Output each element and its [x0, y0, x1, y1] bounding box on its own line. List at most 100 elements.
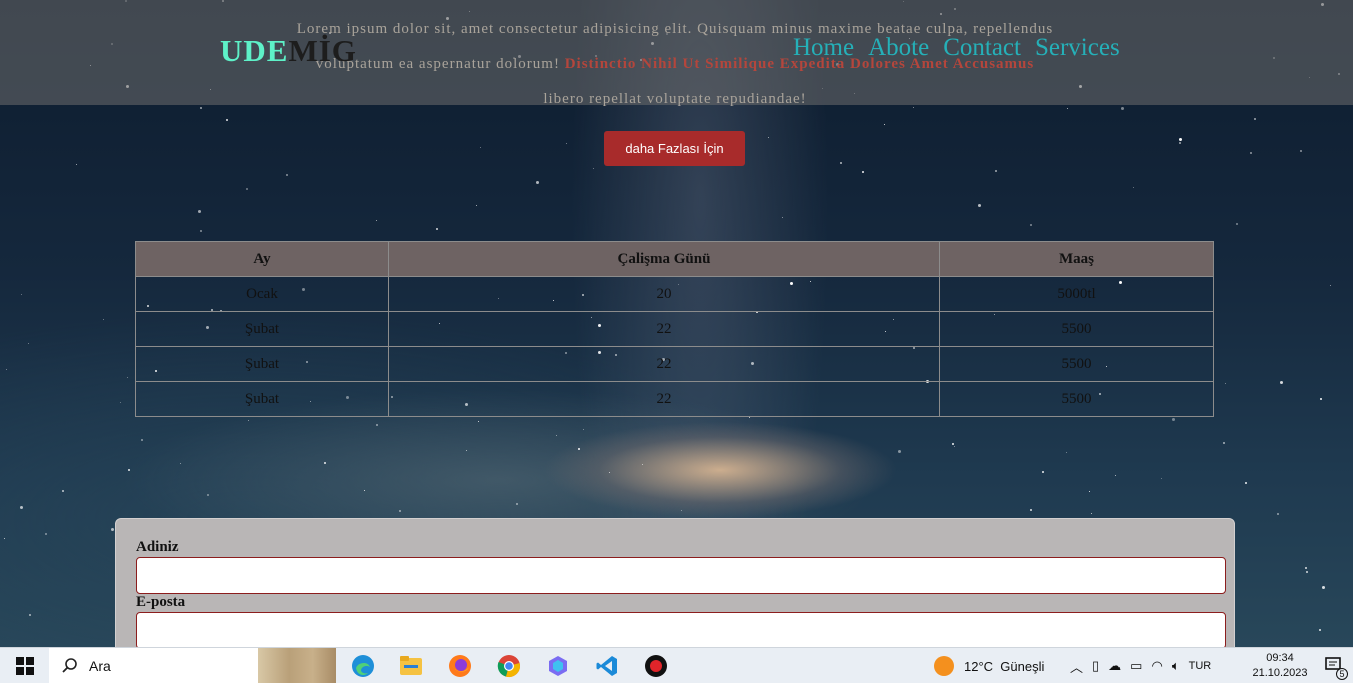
weather-text: 12°C Güneşli	[964, 658, 1045, 674]
star	[200, 107, 202, 109]
chrome-icon[interactable]	[494, 648, 524, 683]
cloud-icon[interactable]: ☁	[1108, 658, 1121, 674]
search-placeholder: Ara	[89, 658, 111, 674]
logo-part-2: MİG	[288, 33, 357, 68]
star	[978, 204, 981, 207]
star	[1245, 482, 1247, 484]
search-icon	[62, 658, 77, 673]
star	[399, 510, 401, 512]
nav-contact[interactable]: Contact	[943, 34, 1021, 62]
star	[954, 446, 955, 447]
nav-services[interactable]: Services	[1035, 34, 1120, 62]
search-highlight-image	[258, 648, 336, 683]
star	[376, 220, 377, 221]
star	[556, 435, 557, 436]
star	[128, 469, 130, 471]
notification-center-icon[interactable]: 5	[1320, 648, 1348, 683]
star	[478, 421, 479, 422]
weather-widget[interactable]: 12°C Güneşli	[934, 648, 1044, 683]
file-explorer-icon[interactable]	[396, 648, 426, 683]
copilot-icon[interactable]	[543, 648, 573, 683]
star	[1236, 223, 1238, 225]
hero-text: Lorem ipsum dolor sit, amet consectetur …	[240, 12, 1110, 117]
star	[1179, 138, 1182, 141]
star	[226, 119, 228, 121]
table-row: Ocak 20 5000tl	[135, 276, 1214, 312]
star	[4, 538, 5, 539]
cell-workdays: 22	[388, 311, 940, 347]
star	[642, 464, 643, 465]
windows-start-icon[interactable]	[8, 648, 42, 683]
star	[681, 510, 682, 511]
notification-badge: 5	[1336, 668, 1348, 680]
star	[103, 319, 104, 320]
star	[782, 217, 783, 218]
cell-workdays: 20	[388, 276, 940, 312]
star	[45, 533, 47, 535]
email-label: E-posta	[136, 594, 186, 610]
star	[476, 205, 477, 206]
star	[436, 228, 438, 230]
star	[29, 614, 31, 616]
star	[1179, 142, 1181, 144]
star	[609, 472, 610, 473]
star	[1089, 491, 1090, 492]
star	[1319, 629, 1321, 631]
star	[1322, 586, 1325, 589]
star	[1320, 398, 1322, 400]
cell-salary: 5000tl	[939, 276, 1214, 312]
chevron-up-icon[interactable]: ︿	[1070, 657, 1083, 676]
column-header-salary: Maaş	[939, 241, 1214, 277]
star	[1225, 383, 1226, 384]
star	[466, 450, 467, 451]
star	[1306, 571, 1308, 573]
star	[884, 124, 885, 125]
star	[480, 147, 481, 148]
hero-line-3: libero repellat voluptate repudiandae!	[543, 91, 807, 107]
star	[1121, 107, 1124, 110]
weather-sun-icon	[934, 656, 954, 676]
site-logo[interactable]: UDEMİG	[220, 33, 357, 69]
cell-month: Şubat	[135, 346, 389, 382]
clock[interactable]: 09:34 21.10.2023	[1250, 651, 1310, 681]
name-label: Adiniz	[136, 539, 179, 555]
cell-salary: 5500	[939, 311, 1214, 347]
nav-abote[interactable]: Abote	[868, 34, 929, 62]
column-header-month: Ay	[135, 241, 389, 277]
star	[583, 429, 584, 430]
star	[376, 424, 378, 426]
volume-icon[interactable]: 🔈︎	[1172, 658, 1180, 674]
star	[1280, 381, 1283, 384]
star	[1223, 442, 1225, 444]
star	[1250, 152, 1252, 154]
star	[141, 439, 143, 441]
site-header: Lorem ipsum dolor sit, amet consectetur …	[0, 0, 1353, 107]
wifi-icon[interactable]: ◠	[1151, 658, 1162, 674]
record-icon[interactable]	[641, 648, 671, 683]
windows-taskbar: Ara 12°C Güneşli ︿ ▯ ☁ ▭ ◠ 🔈︎ TUR 09:34 …	[0, 647, 1353, 683]
star	[536, 181, 539, 184]
battery-icon[interactable]: ▭	[1130, 658, 1142, 674]
star	[1161, 478, 1162, 479]
vscode-icon[interactable]	[592, 648, 622, 683]
cell-month: Ocak	[135, 276, 389, 312]
star	[111, 528, 114, 531]
cell-workdays: 22	[388, 346, 940, 382]
taskbar-search[interactable]: Ara	[49, 648, 336, 683]
star	[840, 162, 842, 164]
edge-icon[interactable]	[348, 648, 378, 683]
firefox-icon[interactable]	[445, 648, 475, 683]
star	[566, 143, 567, 144]
device-icon[interactable]: ▯	[1092, 658, 1099, 674]
more-info-button[interactable]: daha Fazlası İçin	[604, 131, 745, 166]
language-indicator[interactable]: TUR	[1189, 660, 1212, 672]
star	[516, 503, 518, 505]
main-nav: Home Abote Contact Services	[793, 34, 1120, 62]
salary-table: Ay Çalişma Günü Maaş Ocak 20 5000tl Şuba…	[135, 241, 1214, 417]
name-input[interactable]	[136, 557, 1226, 594]
star	[198, 210, 201, 213]
nav-home[interactable]: Home	[793, 34, 854, 62]
star	[1330, 285, 1331, 286]
email-input[interactable]	[136, 612, 1226, 649]
star	[200, 230, 202, 232]
